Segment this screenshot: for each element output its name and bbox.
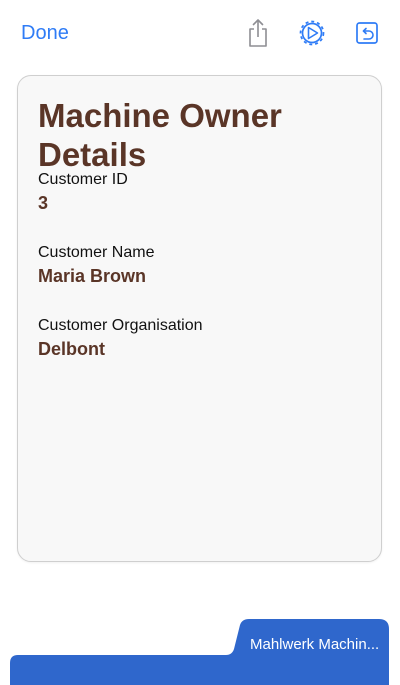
customer-id-label: Customer ID (38, 171, 128, 188)
share-icon[interactable] (243, 18, 273, 48)
back-icon[interactable] (352, 18, 382, 48)
customer-organisation-label: Customer Organisation (38, 317, 203, 334)
details-card: Machine Owner Details Customer ID 3 Cust… (17, 75, 382, 562)
customer-id-value: 3 (38, 193, 49, 213)
customer-name-label: Customer Name (38, 244, 155, 261)
bottom-folder-tab[interactable]: Mahlwerk Machin... (0, 615, 400, 685)
customer-organisation-value: Delbont (38, 339, 105, 359)
gear-icon[interactable] (297, 18, 327, 48)
done-button[interactable]: Done (21, 20, 69, 46)
top-toolbar: Done (0, 0, 400, 66)
screen: Done Machine Owner Details Customer ID 3… (0, 0, 400, 685)
folder-tab-label[interactable]: Mahlwerk Machin... (250, 636, 385, 653)
customer-name-value: Maria Brown (38, 266, 147, 286)
card-title: Machine Owner Details (38, 97, 282, 173)
